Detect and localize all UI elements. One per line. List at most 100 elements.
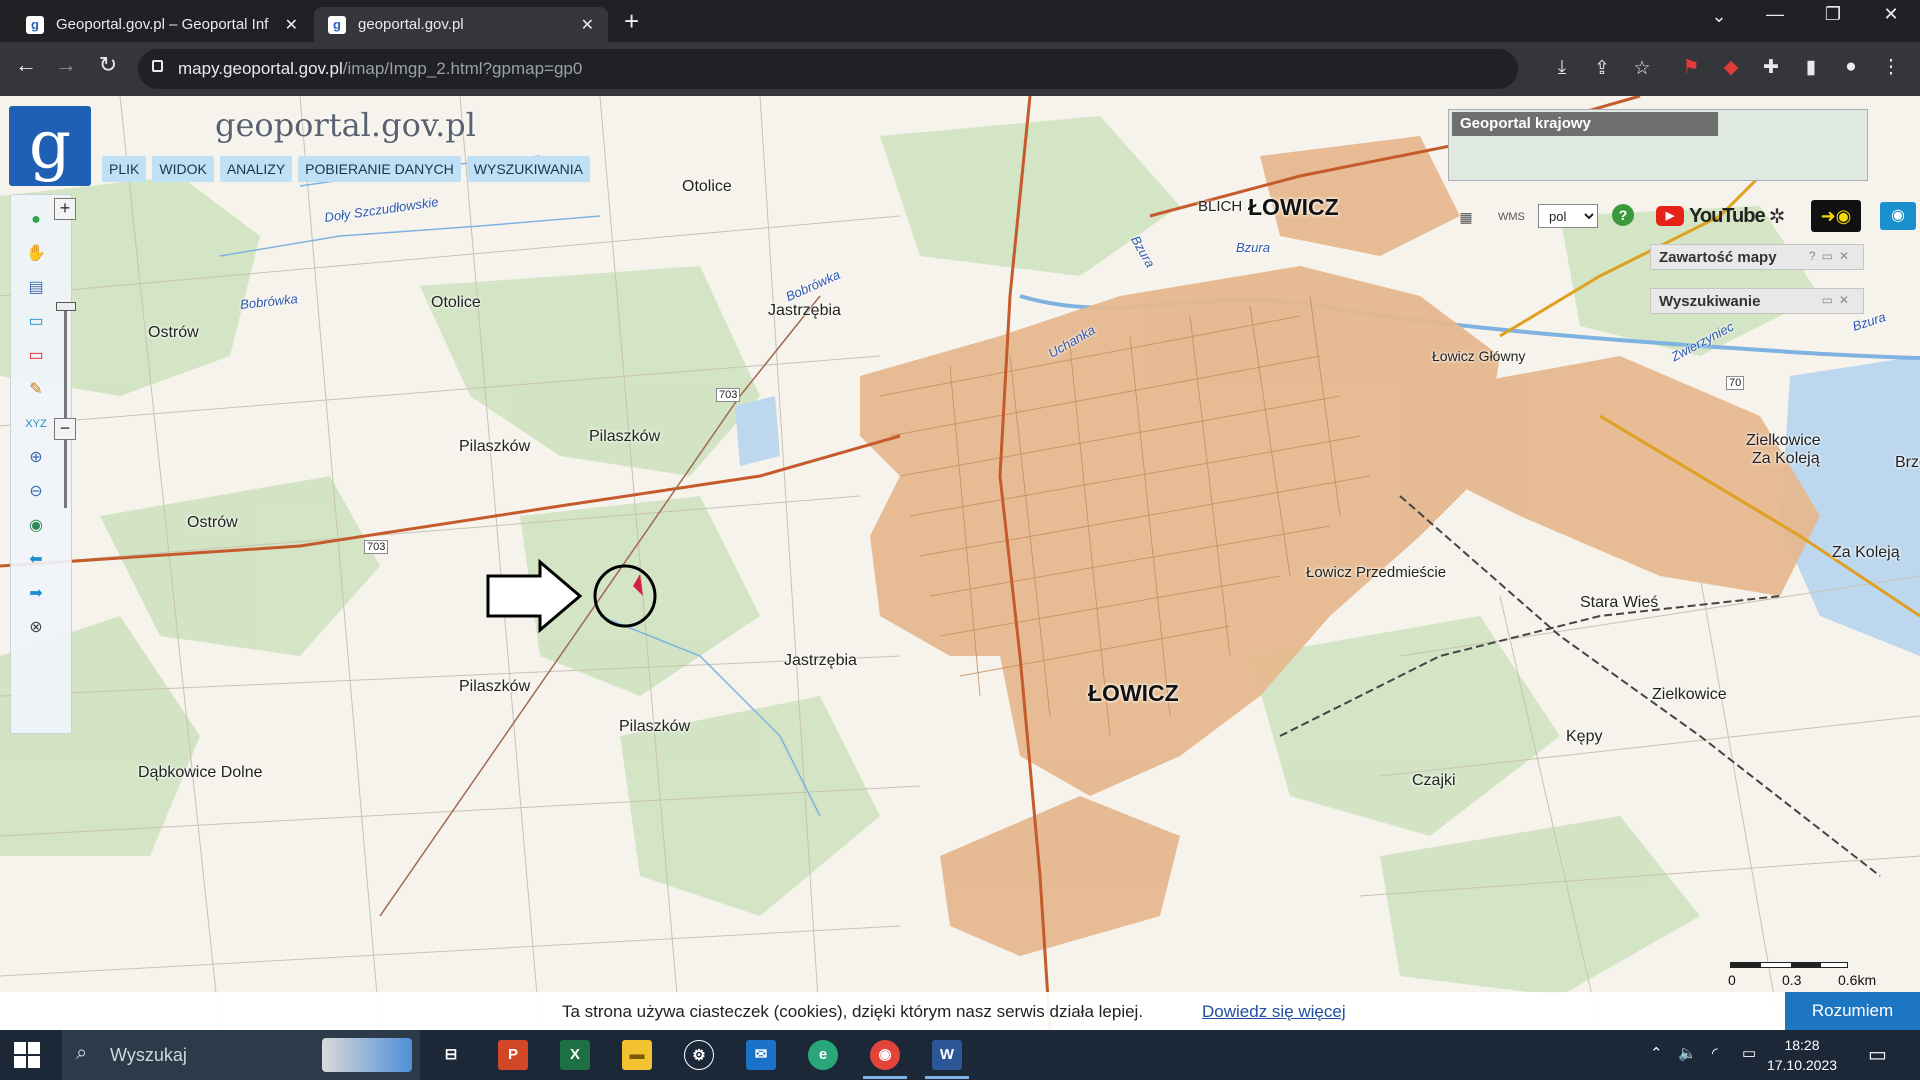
draw-pencil-icon[interactable]: ✎ [25, 379, 47, 401]
tab-geoportal-info[interactable]: g Geoportal.gov.pl – Geoportal Inf ✕ [12, 7, 312, 42]
pan-hand-icon[interactable]: ✋ [25, 243, 47, 265]
main-menu: PLIK WIDOK ANALIZY POBIERANIE DANYCH WYS… [102, 156, 590, 182]
menu-analizy[interactable]: ANALIZY [219, 156, 293, 182]
ublock-icon[interactable]: ◆ [1716, 56, 1746, 79]
taskbar-clock[interactable]: 18:28 17.10.2023 [1762, 1035, 1842, 1075]
youtube-link[interactable]: ▶ YouTube [1656, 202, 1766, 230]
high-contrast-icon[interactable]: ➜◉ [1811, 200, 1861, 232]
menu-plik[interactable]: PLIK [102, 156, 147, 182]
cookie-accept-button[interactable]: Rozumiem [1785, 992, 1920, 1030]
geoportal-logo[interactable]: g [9, 106, 91, 186]
geoportal-favicon-icon: g [328, 15, 346, 34]
map-label: Otolice [431, 294, 481, 311]
volume-icon[interactable]: 🔈 [1678, 1044, 1697, 1062]
restore-icon[interactable]: ❐ [1810, 4, 1856, 25]
install-app-icon[interactable]: ⤓ [1548, 57, 1576, 79]
panel-controls-icon[interactable]: ▭✕ [1822, 293, 1855, 307]
edge-icon[interactable]: e [808, 1040, 838, 1070]
menu-wyszukiwania[interactable]: WYSZUKIWANIA [466, 156, 590, 182]
battery-icon[interactable]: ▭ [1742, 1044, 1756, 1062]
file-explorer-icon[interactable]: ▬ [622, 1040, 652, 1070]
windows-start-icon[interactable] [14, 1042, 40, 1068]
scale-label: 0.6km [1838, 972, 1877, 988]
excel-icon[interactable]: X [560, 1040, 590, 1070]
clear-selection-icon[interactable]: ▭ [25, 345, 47, 367]
help-icon[interactable]: ? [1612, 204, 1634, 226]
tray-chevron-icon[interactable]: ⌃ [1650, 1044, 1663, 1062]
xyz-coordinates-icon[interactable]: XYZ [25, 413, 47, 435]
panel-controls-icon[interactable]: ?▭✕ [1809, 249, 1855, 263]
map-label: Za Koleją [1832, 544, 1900, 561]
steam-icon[interactable]: ⚙ [684, 1040, 714, 1070]
topographic-map[interactable] [0, 96, 1920, 1030]
menu-kebab-icon[interactable]: ⋮ [1876, 56, 1906, 79]
zoom-out-icon[interactable]: ⊖ [25, 481, 47, 503]
next-view-icon[interactable]: ➡ [25, 583, 47, 605]
minimize-icon[interactable]: — [1752, 4, 1798, 25]
chrome-icon[interactable]: ◉ [870, 1040, 900, 1070]
close-tab-icon[interactable]: ✕ [581, 15, 594, 35]
tab-search-icon[interactable]: ⌄ [1696, 6, 1742, 27]
side-panel-icon[interactable]: ▮ [1796, 56, 1826, 79]
map-label: Zielkowice [1746, 432, 1821, 449]
share-icon[interactable]: ⇪ [1588, 57, 1616, 80]
powerpoint-icon[interactable]: P [498, 1040, 528, 1070]
map-label: Jastrzębia [784, 652, 857, 669]
reset-icon[interactable]: ⊗ [25, 617, 47, 639]
scale-label: 0.3 [1782, 972, 1802, 988]
zoom-in-icon[interactable]: ⊕ [25, 447, 47, 469]
print-icon[interactable]: ▦ [1456, 204, 1476, 230]
notifications-icon[interactable]: ▭ [1868, 1042, 1887, 1067]
profile-icon[interactable]: ● [1836, 56, 1866, 78]
map-label: Brze [1895, 454, 1920, 471]
road-number-label: 703 [364, 540, 389, 554]
cookie-more-link[interactable]: Dowiedz się więcej [1202, 1002, 1346, 1022]
forward-icon[interactable]: → [48, 52, 84, 78]
bookmark-star-icon[interactable]: ☆ [1628, 57, 1656, 80]
windows-taskbar: ⌕ Wyszukaj ⊟ P X ▬ ⚙ ✉ e ◉ W ⌃ 🔈 ◜ ▭ 18:… [0, 1030, 1920, 1080]
view-eye-icon[interactable]: ◉ [1880, 202, 1916, 230]
zoom-slider-track[interactable] [64, 308, 67, 508]
road-number-label: 703 [716, 388, 741, 402]
menu-pobieranie-danych[interactable]: POBIERANIE DANYCH [298, 156, 461, 182]
tab-geoportal[interactable]: g geoportal.gov.pl ✕ [314, 7, 608, 42]
accessibility-icon[interactable]: ✲ [1765, 204, 1789, 230]
zoom-slider-handle[interactable] [56, 302, 76, 311]
youtube-play-icon: ▶ [1656, 206, 1684, 226]
map-label: Bzura [1236, 240, 1270, 255]
word-icon[interactable]: W [932, 1040, 962, 1070]
menu-widok[interactable]: WIDOK [152, 156, 214, 182]
map-label: Czajki [1412, 772, 1456, 789]
extensions-puzzle-icon[interactable]: ✚ [1756, 56, 1786, 79]
scale-bar [1730, 962, 1848, 968]
clock-time: 18:28 [1784, 1037, 1820, 1053]
map-label: Pilaszków [619, 718, 691, 735]
back-icon[interactable]: ← [8, 52, 44, 78]
wms-icon[interactable]: WMS [1498, 204, 1525, 230]
legend-icon[interactable]: ▤ [25, 277, 47, 299]
extension-red-icon[interactable]: ⚑ [1676, 56, 1706, 79]
close-tab-icon[interactable]: ✕ [285, 15, 298, 35]
url-text[interactable]: mapy.geoportal.gov.pl/imap/Imgp_2.html?g… [178, 59, 582, 79]
map-label: Łowicz Przedmieście [1306, 564, 1447, 581]
select-area-icon[interactable]: ▭ [25, 311, 47, 333]
map-tools-toolbar: ● ✋ ▤ ▭ ▭ ✎ XYZ ⊕ ⊖ ◉ ⬅ ➡ ⊗ [10, 194, 72, 734]
info-icon[interactable]: ● [25, 209, 47, 231]
panel-map-content[interactable]: Zawartość mapy ?▭✕ [1650, 244, 1864, 270]
zoom-slider-plus[interactable]: + [54, 198, 76, 220]
reload-icon[interactable]: ↻ [90, 52, 126, 78]
new-tab-icon[interactable]: + [624, 6, 639, 37]
lock-icon[interactable] [152, 60, 163, 72]
wifi-icon[interactable]: ◜ [1712, 1044, 1718, 1062]
previous-view-icon[interactable]: ⬅ [25, 549, 47, 571]
task-view-icon[interactable]: ⊟ [436, 1040, 466, 1070]
close-window-icon[interactable]: ✕ [1868, 4, 1914, 25]
zoom-slider-minus[interactable]: − [54, 418, 76, 440]
language-select[interactable]: pol [1538, 204, 1598, 228]
mail-icon[interactable]: ✉ [746, 1040, 776, 1070]
globe-full-extent-icon[interactable]: ◉ [25, 515, 47, 537]
overview-map-title: Geoportal krajowy [1452, 112, 1718, 136]
map-label: Otolice [682, 178, 732, 195]
panel-search[interactable]: Wyszukiwanie ▭✕ [1650, 288, 1864, 314]
map-label: Zielkowice [1652, 686, 1727, 703]
